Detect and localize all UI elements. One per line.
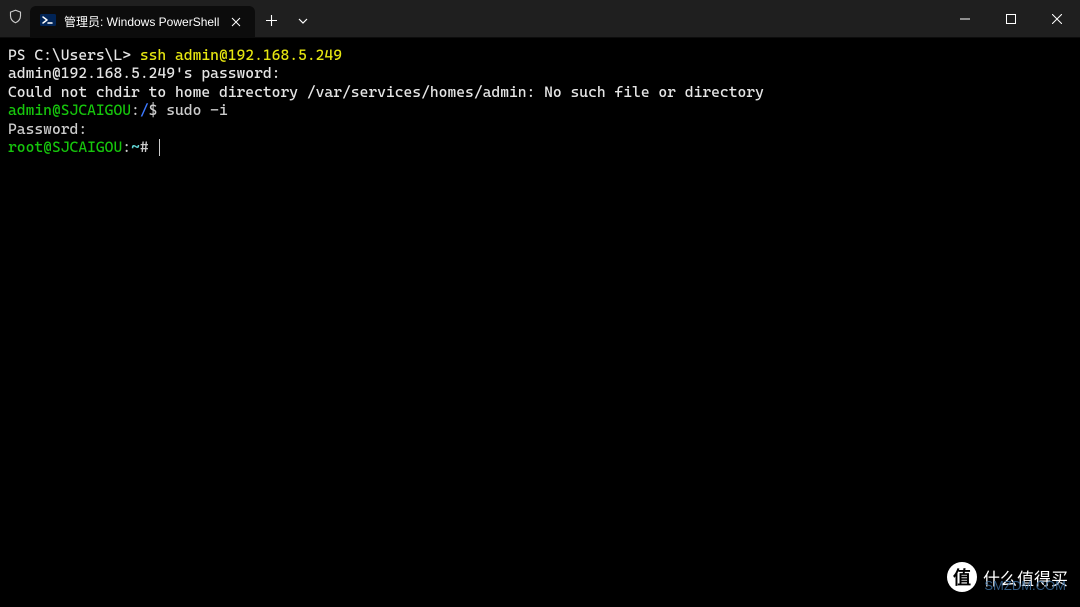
terminal-line: root@SJCAIGOU:~# bbox=[8, 138, 1072, 156]
titlebar: 管理员: Windows PowerShell bbox=[0, 0, 1080, 38]
close-window-button[interactable] bbox=[1034, 4, 1080, 34]
terminal-line: admin@192.168.5.249's password: bbox=[8, 64, 1072, 82]
maximize-button[interactable] bbox=[988, 4, 1034, 34]
terminal-line: PS C:\Users\L> ssh admin@192.168.5.249 bbox=[8, 46, 1072, 64]
uac-shield-area bbox=[0, 0, 30, 37]
terminal-line: admin@SJCAIGOU:/$ sudo -i bbox=[8, 101, 1072, 119]
new-tab-button[interactable] bbox=[255, 5, 287, 37]
watermark-subtext: SMZDM.COM bbox=[984, 578, 1066, 593]
tab-close-button[interactable] bbox=[227, 13, 245, 31]
terminal-line: Could not chdir to home directory /var/s… bbox=[8, 83, 1072, 101]
watermark-badge-icon: 值 bbox=[947, 562, 977, 592]
shield-icon bbox=[8, 9, 23, 28]
tab-dropdown-button[interactable] bbox=[287, 5, 319, 37]
active-tab[interactable]: 管理员: Windows PowerShell bbox=[30, 6, 255, 38]
terminal-line: Password: bbox=[8, 120, 1072, 138]
tab-title: 管理员: Windows PowerShell bbox=[64, 13, 219, 30]
powershell-icon bbox=[40, 12, 56, 32]
minimize-button[interactable] bbox=[942, 4, 988, 34]
terminal-output[interactable]: PS C:\Users\L> ssh admin@192.168.5.249 a… bbox=[0, 38, 1080, 165]
window-controls bbox=[942, 4, 1080, 34]
cursor bbox=[159, 139, 160, 156]
